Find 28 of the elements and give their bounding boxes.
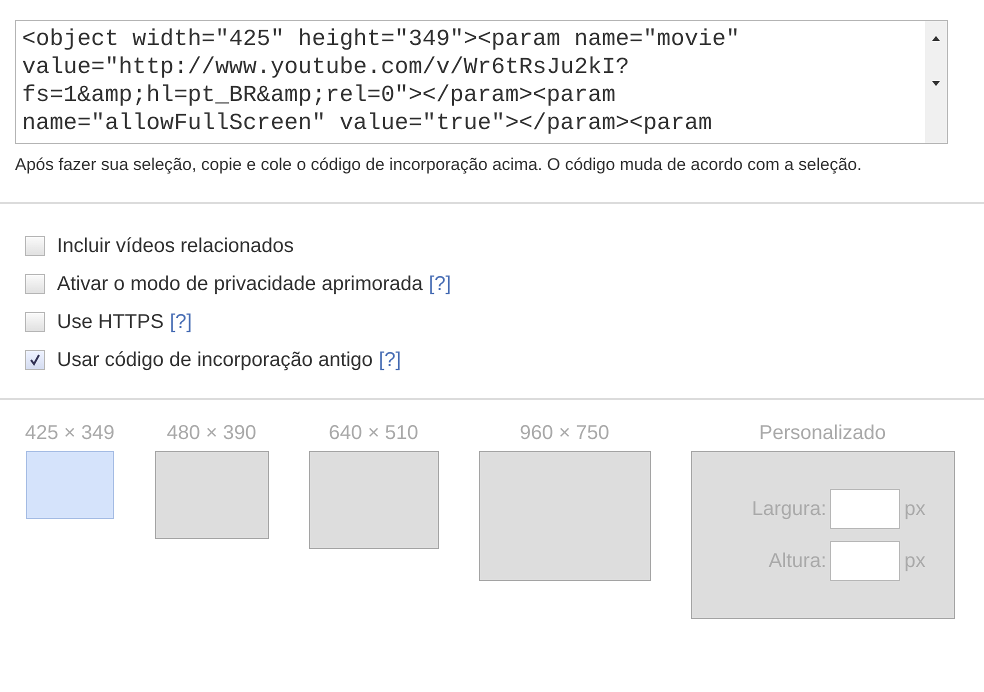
checkbox[interactable] [25, 312, 45, 332]
option-label[interactable]: Incluir vídeos relacionados [57, 234, 294, 258]
checkbox[interactable] [25, 350, 45, 370]
size-option[interactable] [308, 451, 439, 549]
checkmark-icon [28, 353, 42, 367]
checkbox[interactable] [25, 236, 45, 256]
size-label: 480 × 390 [166, 422, 256, 445]
scrollbar[interactable] [925, 21, 947, 143]
instruction-text: Após fazer sua seleção, copie e cole o código de incorporação acima. O código muda de acordo com a seleção. [15, 154, 863, 176]
option-label[interactable]: Use HTTPS [57, 310, 164, 334]
help-link[interactable]: [?] [170, 310, 192, 334]
option-label[interactable]: Ativar o modo de privacidade aprimorada [57, 272, 423, 296]
width-field[interactable] [830, 489, 900, 529]
size-option[interactable] [154, 451, 269, 539]
height-field[interactable] [830, 541, 900, 581]
size-option[interactable] [478, 451, 651, 581]
size-label: Personalizado [759, 422, 886, 445]
checkbox[interactable] [25, 274, 45, 294]
help-link[interactable]: [?] [428, 272, 452, 296]
size-label: 425 × 349 [25, 422, 115, 445]
size-label: 640 × 510 [328, 422, 418, 445]
option-label[interactable]: Usar código de incorporação antigo [57, 348, 373, 372]
help-link[interactable]: [?] [378, 348, 402, 372]
scroll-up-icon[interactable] [932, 35, 940, 41]
size-label: 960 × 750 [520, 422, 610, 445]
size-option[interactable] [26, 451, 114, 519]
embed-code-field[interactable]: <object width="425" height="349"><param name="movie" value="http://www.youtube.com/v/Wr6tRsJu2kI? fs=1&amp;hl=pt_BR&amp;rel=0"></param><param name="allowFullScreen" value="true"></param><param [15, 20, 948, 144]
scroll-down-icon[interactable] [932, 81, 940, 87]
